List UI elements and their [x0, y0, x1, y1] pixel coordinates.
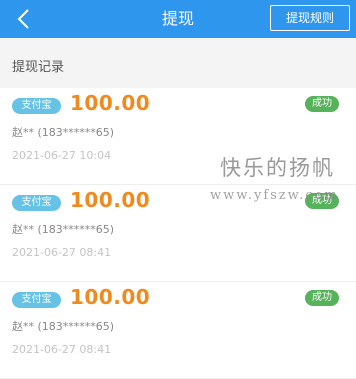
record-time: 2021-06-27 08:41: [12, 343, 112, 356]
alipay-badge: 支付宝: [12, 98, 61, 114]
withdraw-amount: 100.00: [70, 285, 151, 309]
header-bar: 提现 提现规则: [0, 0, 356, 38]
withdraw-record[interactable]: 支付宝 100.00 成功 赵** (183******65) 2021-06-…: [0, 88, 356, 185]
withdraw-record[interactable]: 支付宝 100.00 成功 赵** (183******65) 2021-06-…: [0, 185, 356, 282]
alipay-badge: 支付宝: [12, 195, 61, 211]
status-badge: 成功: [305, 96, 339, 112]
status-badge: 成功: [305, 193, 339, 209]
section-title: 提现记录: [12, 60, 65, 75]
account-info: 赵** (183******65): [12, 223, 115, 236]
withdraw-rules-button[interactable]: 提现规则: [270, 5, 350, 31]
withdraw-record[interactable]: 支付宝 100.00 成功 赵** (183******65) 2021-06-…: [0, 282, 356, 379]
status-badge: 成功: [305, 290, 339, 306]
account-info: 赵** (183******65): [12, 320, 115, 333]
record-time: 2021-06-27 10:04: [12, 149, 112, 162]
withdraw-amount: 100.00: [70, 188, 151, 212]
alipay-badge: 支付宝: [12, 292, 61, 308]
account-info: 赵** (183******65): [12, 126, 115, 139]
chevron-left-icon[interactable]: [14, 8, 34, 30]
withdraw-amount: 100.00: [70, 91, 151, 115]
record-time: 2021-06-27 08:41: [12, 246, 112, 259]
